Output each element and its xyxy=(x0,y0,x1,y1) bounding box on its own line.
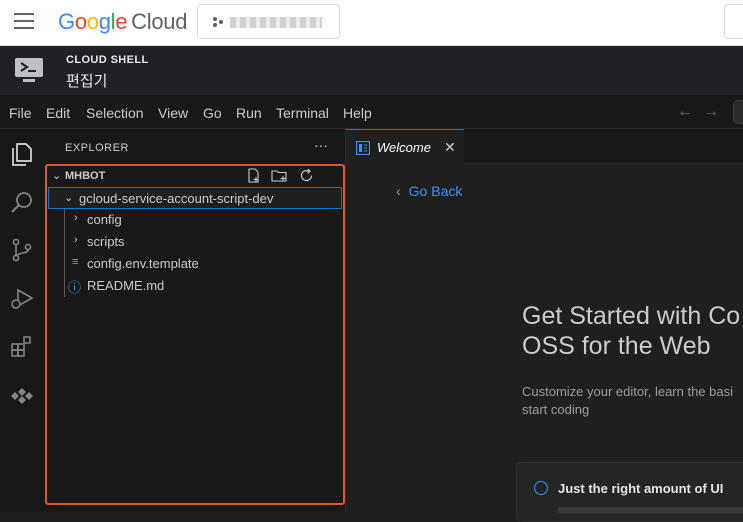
menu-edit[interactable]: Edit xyxy=(46,105,70,121)
tree-item-label: config xyxy=(87,212,122,227)
explorer-title: EXPLORER xyxy=(65,142,129,154)
project-name-redacted xyxy=(230,17,322,28)
workspace-name: MHBOT xyxy=(65,170,106,182)
chevron-left-icon: ‹ xyxy=(396,183,401,199)
chevron-right-icon: › xyxy=(74,234,78,246)
menu-view[interactable]: View xyxy=(158,105,188,121)
menu-run[interactable]: Run xyxy=(236,105,262,121)
terminal-icon xyxy=(15,58,43,82)
project-picker-button[interactable] xyxy=(197,4,340,39)
tree-item-label: gcloud-service-account-script-dev xyxy=(79,191,274,206)
welcome-heading-line1: Get Started with Co xyxy=(522,302,741,330)
chevron-down-icon: ⌄ xyxy=(52,170,62,182)
cloud-shell-header: CLOUD SHELL 편집기 xyxy=(0,46,743,95)
tree-file-readme[interactable]: ⓘ README.md xyxy=(48,275,342,297)
new-file-icon[interactable] xyxy=(246,168,261,183)
project-dots-icon xyxy=(213,17,223,27)
google-cloud-logo[interactable]: Google Cloud xyxy=(58,9,187,35)
step-title: Just the right amount of UI xyxy=(558,481,724,496)
tree-item-label: scripts xyxy=(87,234,125,249)
menu-selection[interactable]: Selection xyxy=(86,105,144,121)
menu-terminal[interactable]: Terminal xyxy=(276,105,329,121)
text-file-icon: ≡ xyxy=(72,256,79,268)
workspace-header[interactable]: ⌄ MHBOT xyxy=(48,167,342,202)
tree-file-config-env-template[interactable]: ≡ config.env.template xyxy=(48,253,342,275)
go-back-label: Go Back xyxy=(408,183,463,199)
explorer-icon[interactable] xyxy=(9,141,35,167)
forward-arrow-icon[interactable]: → xyxy=(703,103,719,121)
command-center-input[interactable] xyxy=(733,100,743,124)
close-icon[interactable]: ✕ xyxy=(444,139,456,156)
step-description-truncated xyxy=(558,507,743,513)
back-arrow-icon[interactable]: ← xyxy=(677,103,693,121)
menu-bar: File Edit Selection View Go Run Terminal… xyxy=(0,95,743,129)
walkthrough-step-card[interactable]: Just the right amount of UI xyxy=(516,462,743,522)
more-actions-icon[interactable]: ··· xyxy=(314,137,328,153)
tree-folder-root[interactable]: ⌄ gcloud-service-account-script-dev xyxy=(48,187,342,209)
welcome-description: Customize your editor, learn the basi st… xyxy=(522,383,733,419)
tree-item-label: config.env.template xyxy=(87,256,199,271)
tree-folder-config[interactable]: › config xyxy=(48,209,342,231)
tree-item-label: README.md xyxy=(87,278,165,293)
run-debug-icon[interactable] xyxy=(9,285,35,311)
welcome-description-line1: Customize your editor, learn the basi xyxy=(522,384,733,399)
console-search-box[interactable] xyxy=(724,4,743,39)
editor-title: 편집기 xyxy=(66,73,108,90)
go-back-link[interactable]: ‹ Go Back xyxy=(396,183,462,199)
main-menu-icon[interactable] xyxy=(14,13,36,31)
explorer-sidebar: EXPLORER ··· ⌄ MHBOT ⌄ gcloud-service-ac… xyxy=(44,129,346,512)
new-folder-icon[interactable] xyxy=(271,168,288,183)
tab-welcome[interactable]: Welcome ✕ xyxy=(346,129,464,164)
welcome-description-line2: start coding xyxy=(522,402,590,417)
search-icon[interactable] xyxy=(9,190,35,216)
cloud-code-icon[interactable] xyxy=(9,381,35,407)
tree-folder-scripts[interactable]: › scripts xyxy=(48,231,342,253)
chevron-right-icon: › xyxy=(74,212,78,224)
source-control-icon[interactable] xyxy=(9,237,35,263)
tab-label: Welcome xyxy=(377,140,431,155)
refresh-icon[interactable] xyxy=(299,168,314,183)
extensions-icon[interactable] xyxy=(9,333,35,359)
welcome-tab-icon xyxy=(356,141,370,155)
welcome-heading-line2: OSS for the Web xyxy=(522,332,711,360)
welcome-heading: Get Started with Co OSS for the Web xyxy=(522,301,740,361)
chevron-down-icon: ⌄ xyxy=(64,192,74,204)
menu-help[interactable]: Help xyxy=(343,105,372,121)
editor-tabs: Welcome ✕ xyxy=(346,129,743,164)
cloud-shell-label: CLOUD SHELL xyxy=(66,54,149,66)
activity-bar xyxy=(0,129,44,512)
info-icon: ⓘ xyxy=(68,280,82,295)
step-radio-icon xyxy=(534,481,548,495)
menu-file[interactable]: File xyxy=(9,105,32,121)
menu-go[interactable]: Go xyxy=(203,105,222,121)
cloud-console-topbar: Google Cloud xyxy=(0,0,743,46)
editor-area: Welcome ✕ ‹ Go Back Get Started with Co O… xyxy=(346,129,743,522)
